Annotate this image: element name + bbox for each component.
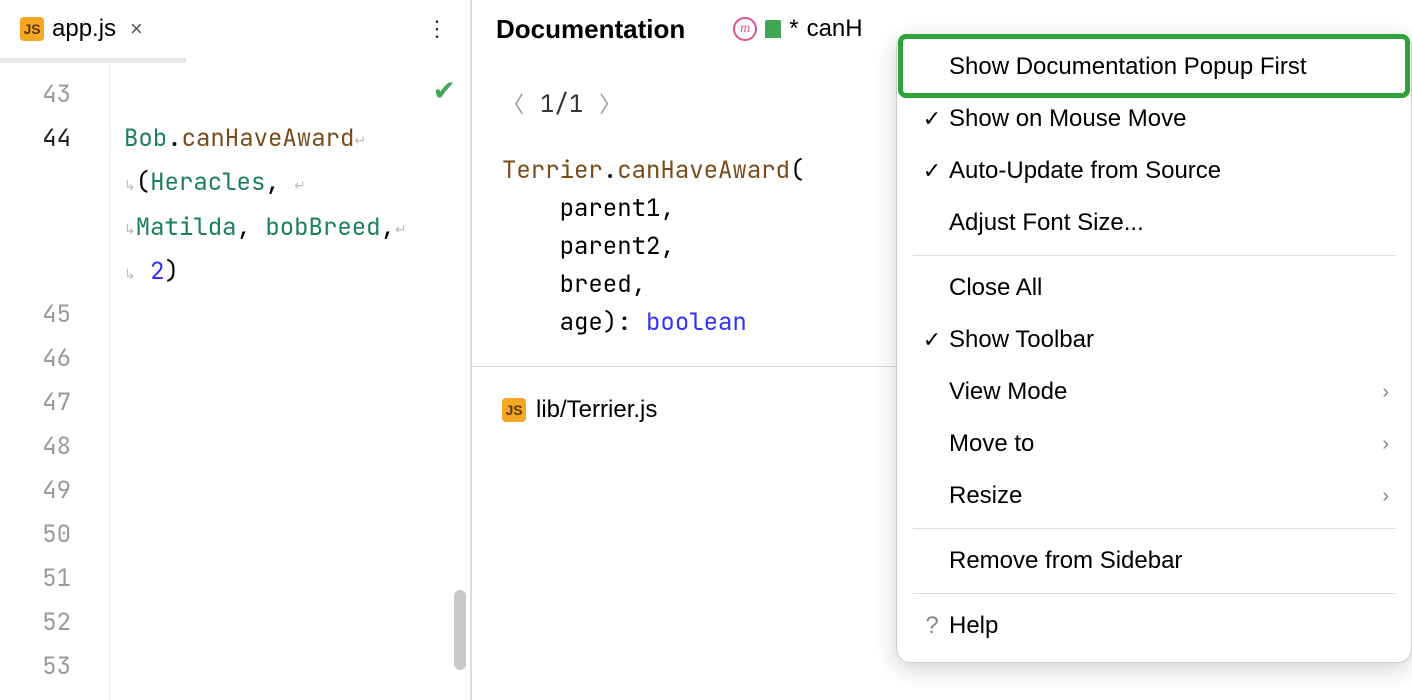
menu-item-label: Move to (949, 430, 1382, 458)
menu-item-label: Resize (949, 482, 1382, 510)
menu-item-label: Auto-Update from Source (949, 157, 1389, 185)
menu-item[interactable]: Close All (897, 262, 1411, 314)
line-number: 53 (0, 645, 71, 689)
menu-item-label: Show Documentation Popup First (949, 53, 1389, 81)
sig-type: Terrier (502, 155, 603, 186)
menu-item[interactable]: Resize› (897, 470, 1411, 522)
inspection-ok-icon[interactable]: ✔ (433, 69, 456, 113)
line-number-gutter: 4344 454647484950515253 (0, 63, 110, 700)
menu-item[interactable]: View Mode› (897, 366, 1411, 418)
soft-wrap-icon: ↳ (124, 253, 136, 297)
code-token: , (381, 212, 395, 243)
sig-param: parent2, (560, 231, 675, 262)
js-file-icon: JS (502, 398, 526, 422)
help-icon: ? (915, 612, 949, 640)
line-number (0, 205, 71, 249)
menu-item-label: Show Toolbar (949, 326, 1389, 354)
menu-item[interactable]: Remove from Sidebar (897, 535, 1411, 587)
code-token: bobBreed (265, 212, 380, 243)
code-token: canHaveAward (182, 123, 355, 154)
sig-param: parent1, (560, 193, 675, 224)
doc-filepath-label: lib/Terrier.js (536, 391, 657, 429)
menu-item[interactable]: ✓Show Toolbar (897, 314, 1411, 366)
menu-item-label: View Mode (949, 378, 1382, 406)
line-number: 48 (0, 425, 71, 469)
soft-wrap-icon: ↵ (395, 208, 407, 252)
menu-item-label: Show on Mouse Move (949, 105, 1389, 133)
doc-tab-symbol-label: canH (807, 15, 863, 43)
menu-item[interactable]: ✓Show on Mouse Move (897, 93, 1411, 145)
nav-count: 1/1 (540, 86, 583, 124)
documentation-pane: Documentation m * canH 〈 1/1 〉 Terrier.c… (472, 0, 1412, 700)
editor-tabbar: JS app.js × ⋮ (0, 0, 470, 58)
menu-item[interactable]: Show Documentation Popup First (897, 41, 1411, 93)
code-token: Heracles (150, 167, 265, 198)
menu-separator (913, 255, 1395, 256)
menu-separator (913, 528, 1395, 529)
code-area[interactable]: ✔ Bob.canHaveAward↵ ↳(Heracles, ↵ ↳Matil… (110, 63, 470, 700)
doc-tab-symbol[interactable]: m * canH (733, 15, 862, 43)
editor-tab-appjs[interactable]: JS app.js × (10, 15, 153, 43)
line-number: 49 (0, 469, 71, 513)
editor-body[interactable]: 4344 454647484950515253 ✔ Bob.canHaveAwa… (0, 63, 470, 700)
line-number (0, 161, 71, 205)
menu-item[interactable]: ?Help (897, 600, 1411, 652)
code-token: Matilda (136, 212, 237, 243)
soft-wrap-icon: ↳ (124, 164, 136, 208)
sig-param: breed, (560, 269, 646, 300)
doc-tab-symbol-prefix: * (789, 15, 798, 43)
nav-prev-icon[interactable]: 〈 (502, 86, 524, 124)
check-icon: ✓ (915, 327, 949, 353)
editor-pane: JS app.js × ⋮ 4344 454647484950515253 ✔ … (0, 0, 472, 700)
menu-item[interactable]: Adjust Font Size... (897, 197, 1411, 249)
nav-next-icon[interactable]: 〉 (599, 86, 621, 124)
soft-wrap-icon: ↵ (294, 164, 306, 208)
sig-return: boolean (646, 307, 747, 338)
doc-tab-documentation[interactable]: Documentation (496, 14, 685, 45)
context-menu: Show Documentation Popup First✓Show on M… (896, 34, 1412, 663)
editor-tab-label: app.js (52, 15, 116, 43)
sig-dot: . (603, 155, 617, 186)
code-token: . (167, 123, 181, 154)
line-number: 43 (0, 73, 71, 117)
chevron-right-icon: › (1382, 485, 1389, 508)
line-number (0, 249, 71, 293)
line-number: 44 (0, 117, 71, 161)
menu-item-label: Adjust Font Size... (949, 209, 1389, 237)
code-token: , (237, 212, 266, 243)
line-number: 45 (0, 293, 71, 337)
menu-item-label: Close All (949, 274, 1389, 302)
sig-open: ( (790, 155, 804, 186)
line-number: 47 (0, 381, 71, 425)
chevron-right-icon: › (1382, 381, 1389, 404)
sig-param: age): (560, 307, 646, 338)
code-token: , (265, 167, 294, 198)
line-number: 46 (0, 337, 71, 381)
lock-icon (765, 20, 781, 38)
menu-item[interactable]: ✓Auto-Update from Source (897, 145, 1411, 197)
soft-wrap-icon: ↳ (124, 208, 136, 252)
scrollbar-thumb[interactable] (454, 590, 466, 670)
menu-separator (913, 593, 1395, 594)
menu-item[interactable]: Move to› (897, 418, 1411, 470)
method-icon: m (733, 17, 757, 41)
chevron-right-icon: › (1382, 433, 1389, 456)
sig-name: canHaveAward (617, 155, 790, 186)
code-token: ( (136, 167, 150, 198)
code-token: Bob (124, 123, 167, 154)
line-number: 51 (0, 557, 71, 601)
menu-item-label: Help (949, 612, 1389, 640)
line-number: 52 (0, 601, 71, 645)
check-icon: ✓ (915, 106, 949, 132)
code-token: ) (165, 256, 179, 287)
soft-wrap-icon: ↵ (354, 119, 366, 163)
js-file-icon: JS (20, 17, 44, 41)
close-tab-icon[interactable]: × (130, 16, 143, 42)
kebab-menu-icon[interactable]: ⋮ (404, 16, 470, 42)
check-icon: ✓ (915, 158, 949, 184)
code-token: 2 (150, 256, 164, 287)
line-number: 50 (0, 513, 71, 557)
menu-item-label: Remove from Sidebar (949, 547, 1389, 575)
